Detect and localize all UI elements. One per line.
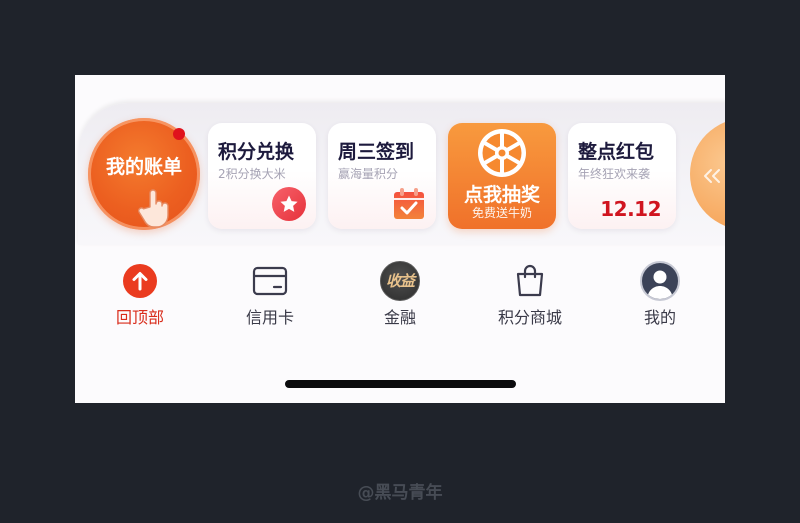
pointing-hand-icon: [138, 189, 169, 228]
arrow-up-icon: [123, 264, 157, 298]
card-subtitle: 免费送牛奶: [471, 206, 532, 220]
lucky-wheel-icon: [478, 129, 526, 177]
festival-date-badge: 12.12: [600, 197, 661, 221]
calendar-check-icon: [394, 188, 424, 219]
tab-label: 回顶部: [115, 308, 164, 327]
card-subtitle: 2积分换大米: [218, 167, 286, 181]
lucky-draw-card[interactable]: 点我抽奖 免费送牛奶: [448, 123, 556, 229]
card-title: 点我抽奖: [463, 184, 540, 206]
notification-dot: [173, 128, 185, 140]
card-title: 整点红包: [578, 141, 655, 163]
wednesday-checkin-card[interactable]: 周三签到 赢海量积分: [328, 123, 436, 229]
hourly-red-packet-card[interactable]: 整点红包 年终狂欢来袭 12.12: [568, 123, 676, 229]
earnings-badge-text: 收益: [385, 272, 415, 290]
phone-screen: 我的账单 积分兑换 2积分换大米 周三签到 赢海量积分 点我抽奖 免费送牛奶 整…: [75, 75, 725, 403]
tab-label: 积分商城: [497, 308, 562, 327]
tab-back-to-top[interactable]: 回顶部: [75, 260, 205, 340]
credit-card-icon: [252, 266, 288, 296]
tab-points-mall[interactable]: 积分商城: [465, 260, 595, 340]
bottom-tab-bar: 回顶部 信用卡 收益 金融 积分商城 我的: [75, 260, 725, 340]
my-bill-label: 我的账单: [105, 156, 182, 178]
card-title: 积分兑换: [218, 141, 295, 163]
home-indicator[interactable]: [285, 380, 516, 388]
tab-label: 金融: [383, 308, 416, 327]
earnings-icon: 收益: [380, 261, 420, 301]
card-subtitle: 年终狂欢来袭: [578, 167, 651, 181]
card-subtitle: 赢海量积分: [338, 167, 399, 181]
points-exchange-card[interactable]: 积分兑换 2积分换大米: [208, 123, 316, 229]
tab-finance[interactable]: 收益 金融: [335, 260, 465, 340]
tab-credit-card[interactable]: 信用卡: [205, 260, 335, 340]
card-title: 周三签到: [338, 141, 415, 163]
watermark: @黑马青年: [357, 483, 443, 503]
tab-me[interactable]: 我的: [595, 260, 725, 340]
star-icon: [272, 187, 306, 221]
double-chevron-left-icon: [704, 169, 720, 183]
tab-label: 我的: [643, 308, 676, 327]
shopping-bag-icon: [516, 264, 544, 297]
avatar-icon: [640, 261, 680, 301]
tab-label: 信用卡: [245, 308, 294, 327]
